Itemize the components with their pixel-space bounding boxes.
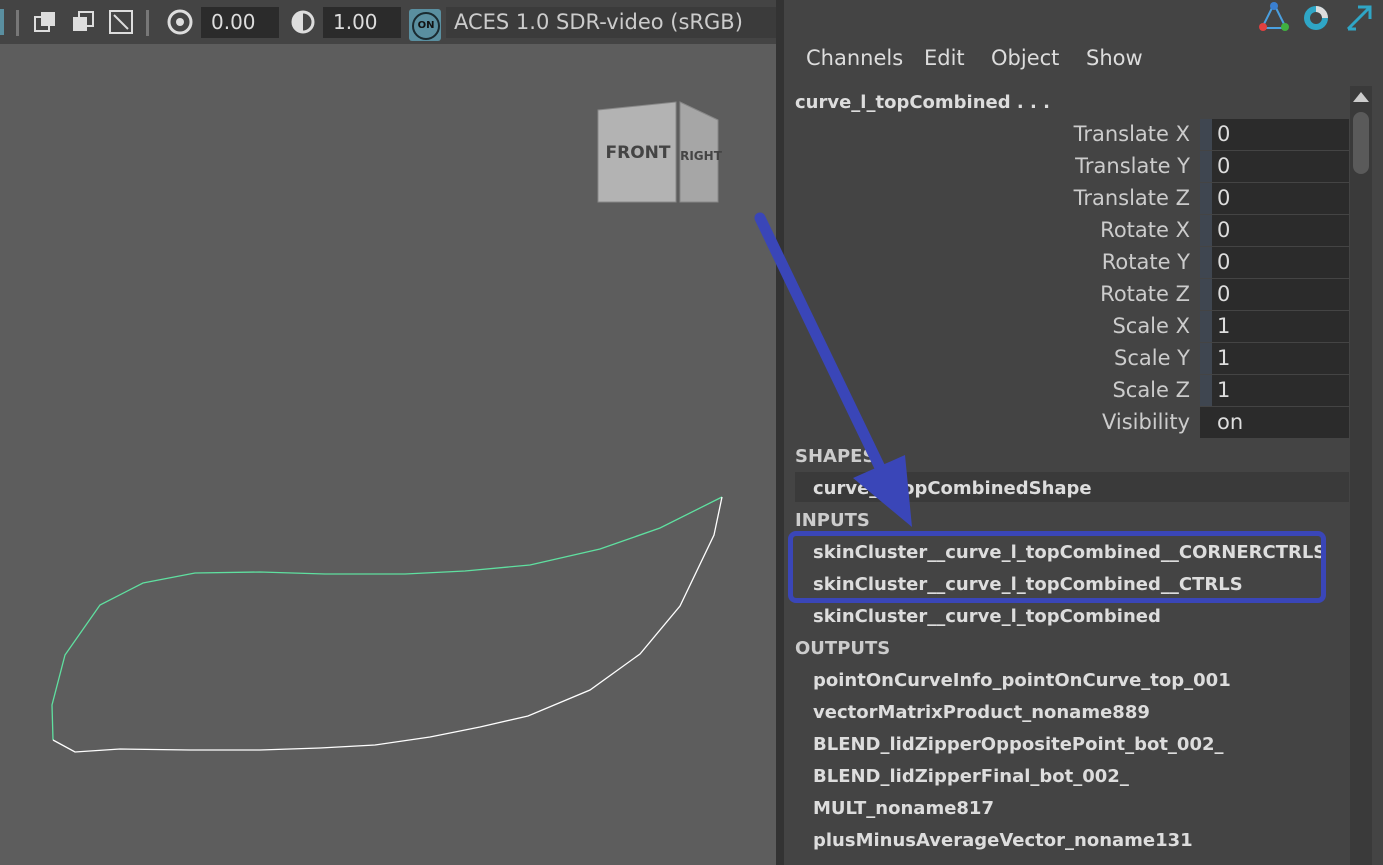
attr-label-translate-x[interactable]: Translate X xyxy=(990,122,1190,146)
attr-field-visibility[interactable]: on xyxy=(1200,407,1349,438)
attr-field-scale-y[interactable]: 1 xyxy=(1200,343,1349,374)
attr-key-indicator xyxy=(1200,119,1212,150)
scrollbar-thumb[interactable] xyxy=(1353,112,1369,174)
output-node-item[interactable]: MULT_noname817 xyxy=(813,798,994,819)
attr-key-indicator xyxy=(1200,247,1212,278)
attribute-editor-icon[interactable] xyxy=(1258,2,1290,32)
attr-label-rotate-z[interactable]: Rotate Z xyxy=(990,282,1190,306)
attr-label-scale-z[interactable]: Scale Z xyxy=(990,378,1190,402)
scroll-up-icon[interactable] xyxy=(1352,90,1370,104)
attr-field-rotate-x[interactable]: 0 xyxy=(1200,215,1349,246)
attr-field-rotate-z[interactable]: 0 xyxy=(1200,279,1349,310)
section-header-inputs: INPUTS xyxy=(795,510,870,531)
highlight-box-annotation xyxy=(788,531,1326,603)
attr-key-indicator xyxy=(1200,151,1212,182)
attr-label-rotate-y[interactable]: Rotate Y xyxy=(990,250,1190,274)
attr-label-visibility[interactable]: Visibility xyxy=(990,410,1190,434)
output-node-item[interactable]: plusMinusAverageVector_noname131 xyxy=(813,830,1193,851)
output-node-item[interactable]: vectorMatrixProduct_noname889 xyxy=(813,702,1150,723)
attr-key-indicator xyxy=(1200,343,1212,374)
attr-field-translate-y[interactable]: 0 xyxy=(1200,151,1349,182)
attr-key-indicator xyxy=(1200,183,1212,214)
output-node-item[interactable]: pointOnCurveInfo_pointOnCurve_top_001 xyxy=(813,670,1231,691)
tool-settings-icon[interactable] xyxy=(1301,3,1331,33)
menu-show[interactable]: Show xyxy=(1086,46,1143,70)
output-node-item[interactable]: BLEND_lidZipperFinal_bot_002_ xyxy=(813,766,1129,787)
menu-edit[interactable]: Edit xyxy=(924,46,965,70)
attr-label-translate-z[interactable]: Translate Z xyxy=(990,186,1190,210)
shape-node-item[interactable]: curve_l_topCombinedShape xyxy=(813,478,1092,499)
attr-field-translate-z[interactable]: 0 xyxy=(1200,183,1349,214)
menu-channels[interactable]: Channels xyxy=(806,46,903,70)
attr-label-scale-x[interactable]: Scale X xyxy=(990,314,1190,338)
channel-box-icon[interactable] xyxy=(1344,3,1374,33)
section-header-outputs: OUTPUTS xyxy=(795,638,891,659)
attr-label-translate-y[interactable]: Translate Y xyxy=(990,154,1190,178)
channel-box-scrollbar[interactable] xyxy=(1350,86,1372,865)
nurbs-curve[interactable] xyxy=(0,0,776,865)
attr-field-rotate-y[interactable]: 0 xyxy=(1200,247,1349,278)
panel-divider[interactable] xyxy=(776,0,784,865)
channel-box: Channels Edit Object Show curve_l_topCom… xyxy=(784,0,1383,865)
object-name[interactable]: curve_l_topCombined . . . xyxy=(795,92,1050,113)
attr-label-rotate-x[interactable]: Rotate X xyxy=(990,218,1190,242)
output-node-item[interactable]: BLEND_lidZipperOppositePoint_bot_002_ xyxy=(813,734,1224,755)
attr-label-scale-y[interactable]: Scale Y xyxy=(990,346,1190,370)
attr-key-indicator xyxy=(1200,375,1212,406)
attr-key-indicator xyxy=(1200,311,1212,342)
menu-object[interactable]: Object xyxy=(991,46,1059,70)
attr-field-translate-x[interactable]: 0 xyxy=(1200,119,1349,150)
attr-key-indicator xyxy=(1200,215,1212,246)
input-node-item[interactable]: skinCluster__curve_l_topCombined xyxy=(813,606,1161,627)
section-header-shapes: SHAPES xyxy=(795,446,876,467)
attr-field-scale-z[interactable]: 1 xyxy=(1200,375,1349,406)
attr-key-indicator xyxy=(1200,279,1212,310)
attr-field-scale-x[interactable]: 1 xyxy=(1200,311,1349,342)
viewport-3d[interactable]: 0.00 1.00 ON ACES 1.0 SDR-video (sRGB) F… xyxy=(0,0,776,865)
